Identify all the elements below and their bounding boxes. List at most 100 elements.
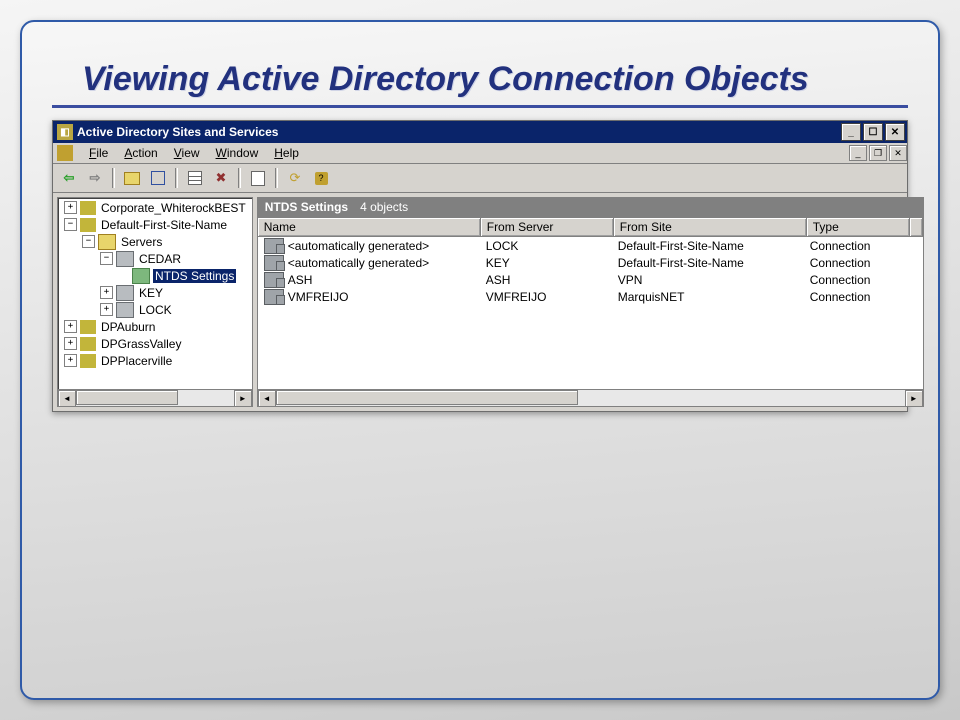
scroll-thumb[interactable]	[276, 390, 578, 405]
table-row[interactable]: VMFREIJOVMFREIJOMarquisNETConnection	[258, 288, 923, 305]
collapse-icon[interactable]: −	[64, 218, 77, 231]
menu-view[interactable]: View	[166, 144, 208, 162]
tree-item[interactable]: +Corporate_WhiterockBEST	[58, 199, 252, 216]
tree-item[interactable]: + DPGrassValley	[58, 335, 252, 352]
tree-horizontal-scrollbar[interactable]: ◄ ►	[58, 389, 252, 406]
column-header[interactable]: Type	[807, 218, 910, 236]
table-row[interactable]: <automatically generated>KEYDefault-Firs…	[258, 254, 923, 271]
help-button[interactable]: ?	[309, 166, 333, 190]
mdi-restore-button[interactable]: ❐	[869, 145, 887, 161]
mdi-minimize-button[interactable]: _	[849, 145, 867, 161]
site-icon	[80, 201, 96, 215]
list-horizontal-scrollbar[interactable]: ◄ ►	[258, 389, 923, 406]
column-filler	[910, 218, 923, 236]
expand-icon[interactable]: +	[64, 354, 77, 367]
expand-icon[interactable]: +	[100, 303, 113, 316]
tree-item[interactable]: − CEDAR	[58, 250, 252, 267]
cell: ASH	[258, 271, 480, 289]
tree-item-label: DPPlacerville	[99, 354, 174, 368]
collapse-icon[interactable]: −	[82, 235, 95, 248]
cell: <automatically generated>	[258, 237, 480, 255]
tree-item-label: LOCK	[137, 303, 174, 317]
refresh-button[interactable]: ⟳	[283, 166, 307, 190]
cell: VPN	[612, 272, 804, 288]
tree-item[interactable]: + KEY	[58, 284, 252, 301]
tree-item-label: KEY	[137, 286, 165, 300]
cell: VMFREIJO	[258, 288, 480, 306]
menubar-icon	[57, 145, 73, 161]
maximize-button[interactable]: ☐	[863, 123, 883, 141]
list-count: 4 objects	[360, 200, 408, 214]
list-panel: NTDS Settings 4 objects NameFrom ServerF…	[257, 197, 924, 407]
sub-icon	[80, 337, 96, 351]
forward-button[interactable]: ⇨	[83, 166, 107, 190]
column-header[interactable]: Name	[258, 218, 481, 236]
tree-item[interactable]: −Servers	[58, 233, 252, 250]
scroll-thumb[interactable]	[76, 390, 178, 405]
cell: Default-First-Site-Name	[612, 238, 804, 254]
connection-icon	[264, 289, 284, 305]
scroll-track[interactable]	[76, 390, 234, 406]
tree-item-label: Default-First-Site-Name	[99, 218, 229, 232]
sub-icon	[80, 354, 96, 368]
tree-item-label: DPGrassValley	[99, 337, 183, 351]
delete-button[interactable]: ✖	[209, 166, 233, 190]
expand-icon[interactable]: +	[64, 320, 77, 333]
slide-frame: Viewing Active Directory Connection Obje…	[20, 20, 940, 700]
titlebar: ◧ Active Directory Sites and Services _ …	[53, 121, 907, 143]
list-heading: NTDS Settings	[265, 200, 348, 214]
list-header: NTDS Settings 4 objects	[257, 197, 924, 217]
connection-icon	[264, 255, 284, 271]
back-button[interactable]: ⇦	[57, 166, 81, 190]
tree-view[interactable]: +Corporate_WhiterockBEST−Default-First-S…	[58, 198, 252, 370]
tree-item[interactable]: + LOCK	[58, 301, 252, 318]
mdi-close-button[interactable]: ✕	[889, 145, 907, 161]
scroll-left-button[interactable]: ◄	[58, 390, 76, 407]
close-button[interactable]: ✕	[885, 123, 905, 141]
scroll-left-button[interactable]: ◄	[258, 390, 276, 407]
client-area: +Corporate_WhiterockBEST−Default-First-S…	[53, 193, 907, 411]
table-row[interactable]: <automatically generated>LOCKDefault-Fir…	[258, 237, 923, 254]
connection-icon	[264, 238, 284, 254]
list-columns: NameFrom ServerFrom SiteType	[258, 218, 923, 237]
scroll-right-button[interactable]: ►	[905, 390, 923, 407]
tree-item[interactable]: + DPAuburn	[58, 318, 252, 335]
menu-file[interactable]: File	[81, 144, 116, 162]
view-button[interactable]	[146, 166, 170, 190]
toolbar-separator	[175, 168, 178, 188]
mdi-buttons: _ ❐ ✕	[849, 145, 907, 161]
expand-icon[interactable]: +	[100, 286, 113, 299]
expand-icon[interactable]: +	[64, 337, 77, 350]
expand-icon[interactable]: +	[64, 201, 77, 214]
cell: ASH	[480, 272, 612, 288]
scroll-track[interactable]	[276, 390, 905, 406]
tree-item[interactable]: NTDS Settings	[58, 267, 252, 284]
menu-help[interactable]: Help	[266, 144, 307, 162]
column-header[interactable]: From Site	[614, 218, 807, 236]
sub-icon	[80, 320, 96, 334]
toolbar-separator	[275, 168, 278, 188]
menu-action[interactable]: Action	[116, 144, 165, 162]
scroll-right-button[interactable]: ►	[234, 390, 252, 407]
cell-text: <automatically generated>	[288, 256, 429, 270]
tree-item[interactable]: − Default-First-Site-Name	[58, 216, 252, 233]
export-button[interactable]	[246, 166, 270, 190]
cell: Connection	[804, 238, 906, 254]
cell: KEY	[480, 255, 612, 271]
window-title: Active Directory Sites and Services	[77, 125, 841, 139]
up-button[interactable]	[120, 166, 144, 190]
table-row[interactable]: ASHASHVPNConnection	[258, 271, 923, 288]
minimize-button[interactable]: _	[841, 123, 861, 141]
column-header[interactable]: From Server	[481, 218, 614, 236]
tree-item-label: CEDAR	[137, 252, 183, 266]
tree-item[interactable]: + DPPlacerville	[58, 352, 252, 369]
list-view: NameFrom ServerFrom SiteType <automatica…	[257, 217, 924, 407]
menu-window[interactable]: Window	[208, 144, 267, 162]
server-icon	[116, 285, 134, 301]
toolbar-separator	[112, 168, 115, 188]
properties-button[interactable]	[183, 166, 207, 190]
toolbar-separator	[238, 168, 241, 188]
toolbar: ⇦ ⇨ ✖ ⟳ ?	[53, 164, 907, 193]
tree-item-label: DPAuburn	[99, 320, 157, 334]
collapse-icon[interactable]: −	[100, 252, 113, 265]
